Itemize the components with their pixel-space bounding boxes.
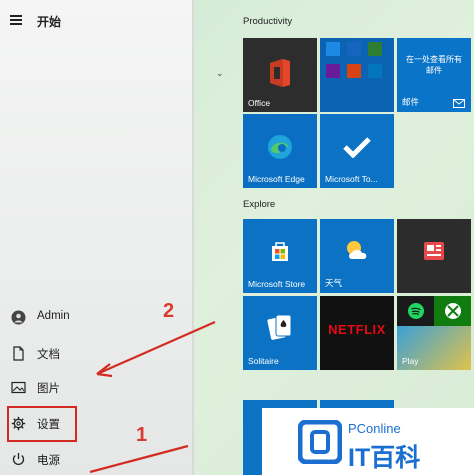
annotation-arrows — [89, 320, 216, 474]
arrow-to-pictures — [96, 320, 216, 378]
arrow-to-power — [89, 444, 189, 474]
